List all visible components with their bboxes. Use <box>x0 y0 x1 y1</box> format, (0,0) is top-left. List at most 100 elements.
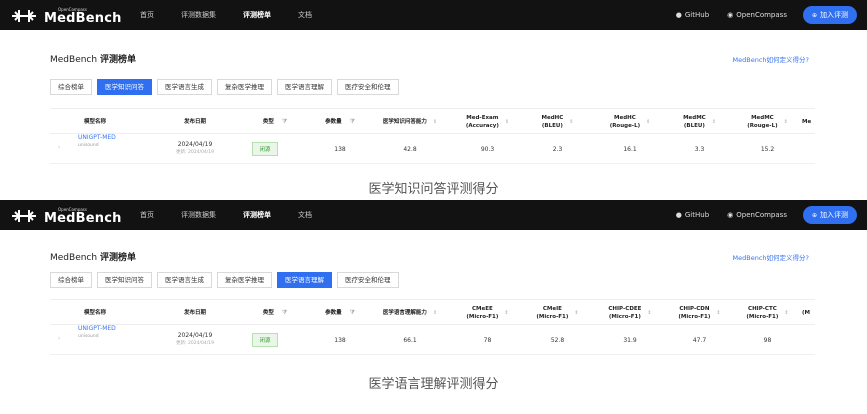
github-link[interactable]: ● GitHub <box>676 11 709 19</box>
github-label: GitHub <box>684 211 710 219</box>
category-tabs: 综合榜单 医学知识问答 医学语言生成 复杂医学推理 医学语言理解 医疗安全和伦理 <box>50 79 404 95</box>
col-metric-1[interactable]: Med-Exam (Accuracy) ⇕ <box>455 109 520 135</box>
expand-row-icon[interactable]: › <box>58 335 60 342</box>
cell-metric-4: 47.7 <box>692 336 707 344</box>
score-definition-link[interactable]: MedBench如何定义得分? <box>733 54 809 64</box>
nav-link-datasets[interactable]: 评测数据集 <box>181 10 216 20</box>
model-name-link[interactable]: UNIGPT-MED <box>78 325 116 333</box>
filter-icon[interactable]: ⧩ <box>350 118 355 126</box>
col-metric-5-label: MedMC (Rouge-L) <box>747 115 778 129</box>
col-metric-6[interactable]: (M <box>802 300 815 326</box>
category-tabs: 综合榜单 医学知识问答 医学语言生成 复杂医学推理 医学语言理解 医疗安全和伦理 <box>50 272 404 288</box>
nav-right: ● GitHub ◉ OpenCompass ⊕ 加入评测 <box>658 0 857 30</box>
github-link[interactable]: ● GitHub <box>676 211 709 219</box>
nav-link-docs[interactable]: 文档 <box>298 10 312 20</box>
col-score[interactable]: 医学语言理解能力 ⇕ <box>370 300 450 326</box>
opencompass-label: OpenCompass <box>736 211 787 219</box>
filter-icon[interactable]: ⧩ <box>282 118 287 126</box>
col-metric-4-label: CHIP-CDN (Micro-F1) <box>678 306 711 320</box>
nav-link-docs[interactable]: 文档 <box>298 210 312 220</box>
sort-icon[interactable]: ⇕ <box>504 309 508 317</box>
sort-icon[interactable]: ⇕ <box>505 118 509 126</box>
col-metric-5[interactable]: CHIP-CTC (Micro-F1) ⇕ <box>735 300 800 326</box>
nav-link-leaderboard[interactable]: 评测榜单 <box>243 10 271 20</box>
top-navbar: OpenCompass MedBench 首页 评测数据集 评测榜单 文档 ● G… <box>0 0 867 30</box>
col-type[interactable]: 类型 ⧩ <box>245 300 305 326</box>
col-metric-3[interactable]: MedHC (Rouge-L) ⇕ <box>595 109 665 135</box>
sort-icon[interactable]: ⇕ <box>646 118 650 126</box>
leaderboard-panel-language-understanding: OpenCompass MedBench 首页 评测数据集 评测榜单 文档 ● G… <box>0 200 867 368</box>
score-definition-link[interactable]: MedBench如何定义得分? <box>733 252 809 262</box>
leaderboard-table: 模型名称 发布日期 类型 ⧩ 参数量 ⧩ 医学语言理解能力 ⇕ CMeEE (Micr… <box>50 299 815 355</box>
col-release-date[interactable]: 发布日期 <box>150 109 240 135</box>
col-params[interactable]: 参数量 ⧩ <box>310 300 370 326</box>
col-model-name-label: 模型名称 <box>83 119 106 125</box>
cell-metric-3: 31.9 <box>623 336 637 344</box>
expand-row-icon[interactable]: › <box>58 144 60 151</box>
cell-metric-3: 16.1 <box>623 145 637 153</box>
tab-knowledge-qa[interactable]: 医学知识问答 <box>97 79 152 95</box>
col-metric-1-label: CMeEE (Micro-F1) <box>466 306 499 320</box>
release-date: 2024/04/19 <box>177 332 213 339</box>
sort-icon[interactable]: ⇕ <box>784 118 788 126</box>
sort-icon[interactable]: ⇕ <box>712 118 716 126</box>
opencompass-link[interactable]: ◉ OpenCompass <box>727 11 787 19</box>
col-metric-2[interactable]: MedHC (BLEU) ⇕ <box>525 109 590 135</box>
tab-language-understanding[interactable]: 医学语言理解 <box>277 79 332 95</box>
col-metric-6[interactable]: Me <box>802 109 815 135</box>
col-model-name[interactable]: 模型名称 <box>60 109 130 135</box>
tab-complex-reasoning[interactable]: 复杂医学推理 <box>217 79 272 95</box>
join-evaluation-button[interactable]: ⊕ 加入评测 <box>802 6 857 24</box>
nav-links: 首页 评测数据集 评测榜单 文档 <box>140 200 339 230</box>
col-params[interactable]: 参数量 ⧩ <box>310 109 370 135</box>
medbench-logo[interactable]: OpenCompass MedBench <box>10 204 122 228</box>
col-metric-5-label: CHIP-CTC (Micro-F1) <box>746 306 779 320</box>
tab-language-understanding[interactable]: 医学语言理解 <box>277 272 332 288</box>
tab-safety-ethics[interactable]: 医疗安全和伦理 <box>337 79 399 95</box>
sort-icon[interactable]: ⇕ <box>433 309 437 317</box>
cell-model: UNIGPT-MED unisound <box>78 325 148 355</box>
cell-score: 66.1 <box>403 336 417 344</box>
join-evaluation-button[interactable]: ⊕ 加入评测 <box>802 206 857 224</box>
tab-knowledge-qa[interactable]: 医学知识问答 <box>97 272 152 288</box>
filter-icon[interactable]: ⧩ <box>350 309 355 317</box>
tab-language-generation[interactable]: 医学语言生成 <box>157 79 212 95</box>
tab-language-generation[interactable]: 医学语言生成 <box>157 272 212 288</box>
sort-icon[interactable]: ⇕ <box>433 118 437 126</box>
col-model-name[interactable]: 模型名称 <box>60 300 130 326</box>
tab-overall[interactable]: 综合榜单 <box>50 272 92 288</box>
tab-safety-ethics[interactable]: 医疗安全和伦理 <box>337 272 399 288</box>
col-metric-4[interactable]: MedMC (BLEU) ⇕ <box>667 109 732 135</box>
logo-mark-icon <box>10 207 38 225</box>
nav-link-home[interactable]: 首页 <box>140 210 154 220</box>
col-release-date[interactable]: 发布日期 <box>150 300 240 326</box>
sort-icon[interactable]: ⇕ <box>647 309 651 317</box>
model-name-link[interactable]: UNIGPT-MED <box>78 134 116 142</box>
sort-icon[interactable]: ⇕ <box>716 309 720 317</box>
sort-icon[interactable]: ⇕ <box>574 309 578 317</box>
col-score[interactable]: 医学知识问答能力 ⇕ <box>370 109 450 135</box>
cell-params: 138 <box>334 145 346 153</box>
sort-icon[interactable]: ⇕ <box>569 118 573 126</box>
opencompass-link[interactable]: ◉ OpenCompass <box>727 211 787 219</box>
sort-icon[interactable]: ⇕ <box>784 309 788 317</box>
tab-overall[interactable]: 综合榜单 <box>50 79 92 95</box>
nav-right: ● GitHub ◉ OpenCompass ⊕ 加入评测 <box>658 200 857 230</box>
col-metric-4[interactable]: CHIP-CDN (Micro-F1) ⇕ <box>667 300 732 326</box>
filter-icon[interactable]: ⧩ <box>282 309 287 317</box>
tab-complex-reasoning[interactable]: 复杂医学推理 <box>217 272 272 288</box>
col-metric-3[interactable]: CHIP-CDEE (Micro-F1) ⇕ <box>595 300 665 326</box>
col-metric-6-label: (M <box>802 310 810 316</box>
board-title: MedBench 评测榜单 <box>50 250 136 263</box>
col-metric-5[interactable]: MedMC (Rouge-L) ⇕ <box>735 109 800 135</box>
table-row[interactable]: › UNIGPT-MED unisound 2024/04/19 更新: 2024/… <box>50 325 815 355</box>
nav-link-leaderboard[interactable]: 评测榜单 <box>243 210 271 220</box>
nav-link-datasets[interactable]: 评测数据集 <box>181 210 216 220</box>
nav-link-home[interactable]: 首页 <box>140 10 154 20</box>
col-metric-2[interactable]: CMeIE (Micro-F1) ⇕ <box>525 300 590 326</box>
medbench-logo[interactable]: OpenCompass MedBench <box>10 4 122 28</box>
table-row[interactable]: › UNIGPT-MED unisound 2024/04/19 更新: 2024/… <box>50 134 815 164</box>
col-metric-1[interactable]: CMeEE (Micro-F1) ⇕ <box>455 300 520 326</box>
col-type[interactable]: 类型 ⧩ <box>245 109 305 135</box>
plus-circle-icon: ⊕ <box>811 11 817 19</box>
